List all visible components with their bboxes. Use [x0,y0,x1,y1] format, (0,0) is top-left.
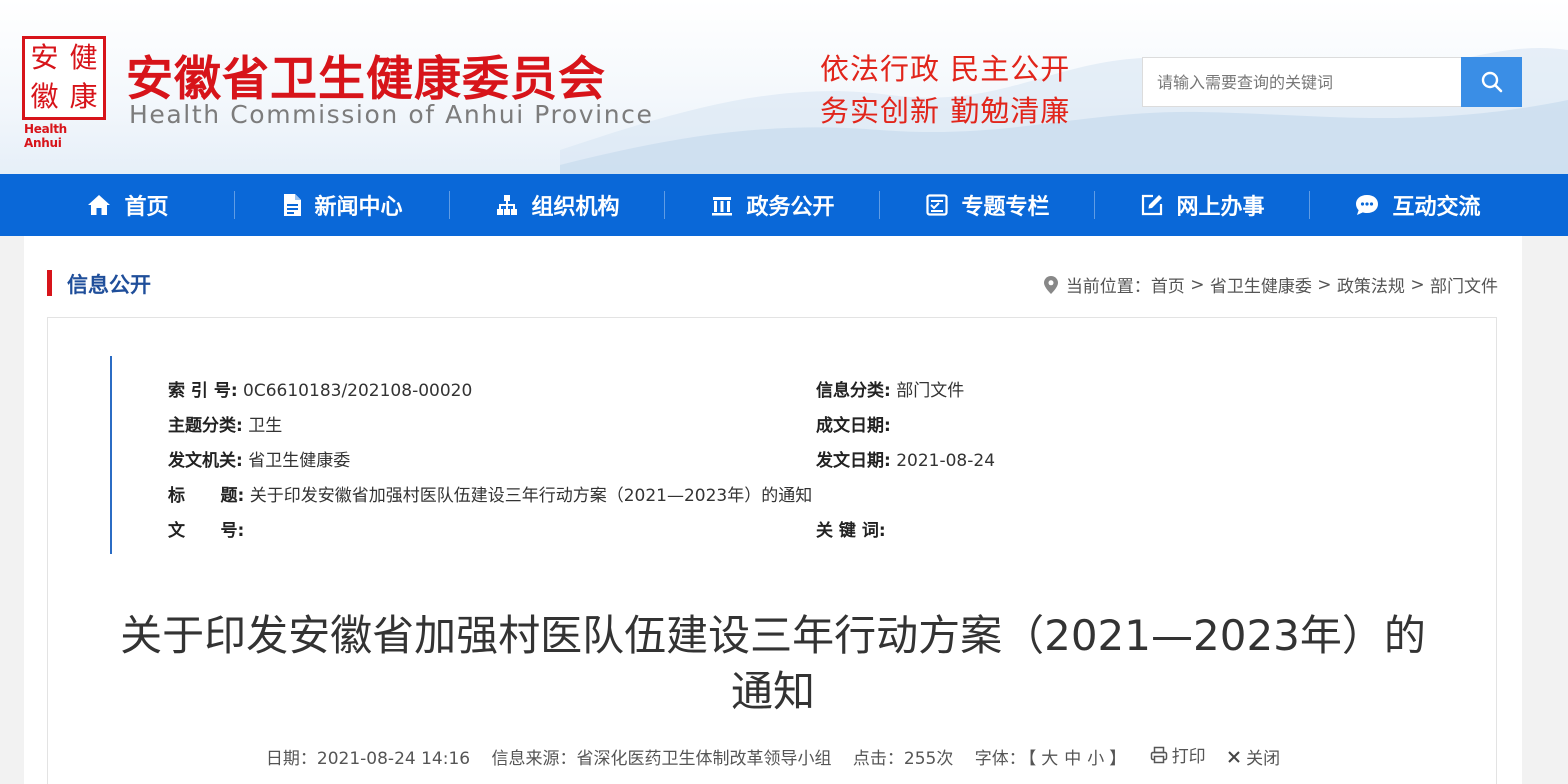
breadcrumb-prefix: 当前位置： [1065,277,1151,297]
meta-issue-date: 发文日期: 2021-08-24 [816,446,995,471]
meta-doc-no: 文 号: [168,516,244,541]
search-input[interactable] [1142,57,1462,107]
close-label: 关闭 [1246,749,1281,769]
font-size-control: 字体：【大中小】 [975,749,1129,769]
printer-icon [1150,746,1167,763]
logo-mark[interactable]: 安 健 徽 康 [22,36,106,120]
content-panel: 信息公开 当前位置： 首页 > 省卫生健康委 > 政策法规 > 部门文件 索 引… [24,236,1522,784]
meta-title: 标 题: 关于印发安徽省加强村医队伍建设三年行动方案（2021—2023年）的通… [168,481,812,506]
meta-value: 0C6610183/202108-00020 [243,381,473,401]
info-value: 255次 [903,748,954,769]
article-source: 信息来源：省深化医药卫生体制改革领导小组 [492,749,832,769]
meta-label: 主题分类: [168,416,243,436]
meta-label: 文 号: [168,521,245,541]
breadcrumb-separator: > [1311,274,1337,295]
nav-item-interaction[interactable]: 互动交流 [1310,174,1525,236]
site-title-cn[interactable]: 安徽省卫生健康委员会 [126,40,606,109]
font-size-small[interactable]: 小 [1087,749,1104,769]
nav-item-news[interactable]: 新闻中心 [235,174,450,236]
info-value: 2021-08-24 14:16 [316,748,471,769]
print-button[interactable]: 打印 [1150,742,1206,767]
nav-item-government-affairs[interactable]: 政务公开 [665,174,880,236]
meta-value: 2021-08-24 [896,451,996,471]
main-nav: 首页 新闻中心 组织机构 政务公开 专题专栏 网上办事 互动交流 [0,174,1568,236]
search-icon [1481,71,1502,93]
info-label: 点击： [852,748,904,769]
meta-index-no: 索 引 号: 0C6610183/202108-00020 [168,376,472,401]
topic-icon [926,194,949,216]
breadcrumb-item-commission[interactable]: 省卫生健康委 [1210,272,1312,297]
article-clicks: 点击：255次 [853,749,953,769]
building-icon [712,197,733,216]
slogan-line-2: 务实创新 勤勉清廉 [820,94,1071,128]
meta-category: 信息分类: 部门文件 [816,376,964,401]
breadcrumb-separator: > [1404,274,1430,295]
bracket: 【 [1027,748,1037,769]
meta-label: 关 键 词: [816,521,886,541]
logo-char: 安 [30,41,59,74]
org-chart-icon [497,195,518,215]
nav-item-topics[interactable]: 专题专栏 [880,174,1095,236]
bracket: 】 [1109,748,1127,769]
meta-label: 标 题: [168,486,245,506]
slogan-line-1: 依法行政 民主公开 [820,52,1071,86]
info-label: 字体： [974,748,1026,769]
nav-label: 政务公开 [746,195,835,220]
close-button[interactable]: 关闭 [1227,744,1280,769]
meta-written-date: 成文日期: [816,411,891,436]
logo-char: 徽 [30,80,59,113]
section-title: 信息公开 [67,273,151,297]
location-pin-icon [1043,275,1058,294]
meta-value: 关于印发安徽省加强村医队伍建设三年行动方案（2021—2023年）的通知 [249,486,813,506]
site-header: 安 健 徽 康 Health Anhui 安徽省卫生健康委员会 Health C… [0,0,1568,174]
breadcrumb-separator: > [1184,274,1210,295]
info-label: 日期： [265,748,317,769]
meta-value: 省卫生健康委 [248,451,351,471]
info-value: 省深化医药卫生体制改革领导小组 [576,748,832,769]
close-icon [1228,750,1240,763]
article-info-bar: 日期：2021-08-24 14:16 信息来源：省深化医药卫生体制改革领导小组… [48,742,1498,769]
logo-char: 康 [69,80,98,113]
meta-keywords: 关 键 词: [816,516,886,541]
home-icon [88,195,111,215]
nav-label: 专题专栏 [961,195,1050,220]
meta-label: 发文机关: [168,451,243,471]
meta-label: 索 引 号: [168,381,238,401]
search-button[interactable] [1461,57,1522,107]
document-icon [284,194,302,216]
meta-label: 发文日期: [816,451,891,471]
font-size-medium[interactable]: 中 [1064,749,1081,769]
article-box: 索 引 号: 0C6610183/202108-00020 信息分类: 部门文件… [47,317,1497,784]
breadcrumb: 当前位置： 首页 > 省卫生健康委 > 政策法规 > 部门文件 [1043,272,1498,297]
article-title: 关于印发安徽省加强村医队伍建设三年行动方案（2021—2023年）的通知 [120,611,1426,716]
meta-label: 信息分类: [816,381,891,401]
nav-item-online-services[interactable]: 网上办事 [1095,174,1310,236]
section-marker [47,270,52,296]
breadcrumb-item-policy[interactable]: 政策法规 [1337,272,1405,297]
site-title-en: Health Commission of Anhui Province [129,100,654,129]
meta-label: 成文日期: [816,416,891,436]
nav-item-home[interactable]: 首页 [20,174,235,236]
meta-issuer: 发文机关: 省卫生健康委 [168,446,350,471]
nav-label: 互动交流 [1392,195,1481,220]
chat-icon [1356,195,1379,215]
print-label: 打印 [1171,747,1206,767]
font-size-large[interactable]: 大 [1041,749,1058,769]
meta-value: 卫生 [248,416,283,436]
logo-english-text: Health Anhui [24,122,67,150]
breadcrumb-item-department-docs[interactable]: 部门文件 [1430,272,1498,297]
nav-label: 新闻中心 [314,195,403,220]
nav-label: 首页 [124,195,169,220]
document-meta-table: 索 引 号: 0C6610183/202108-00020 信息分类: 部门文件… [110,356,1410,554]
article-date: 日期：2021-08-24 14:16 [266,749,470,769]
nav-item-organization[interactable]: 组织机构 [450,174,665,236]
nav-label: 组织机构 [531,195,620,220]
logo-char: 健 [69,41,98,74]
breadcrumb-item-home[interactable]: 首页 [1151,272,1185,297]
meta-topic: 主题分类: 卫生 [168,411,282,436]
info-label: 信息来源： [491,748,577,769]
edit-icon [1142,194,1163,216]
nav-label: 网上办事 [1176,195,1265,220]
meta-value: 部门文件 [896,381,965,401]
